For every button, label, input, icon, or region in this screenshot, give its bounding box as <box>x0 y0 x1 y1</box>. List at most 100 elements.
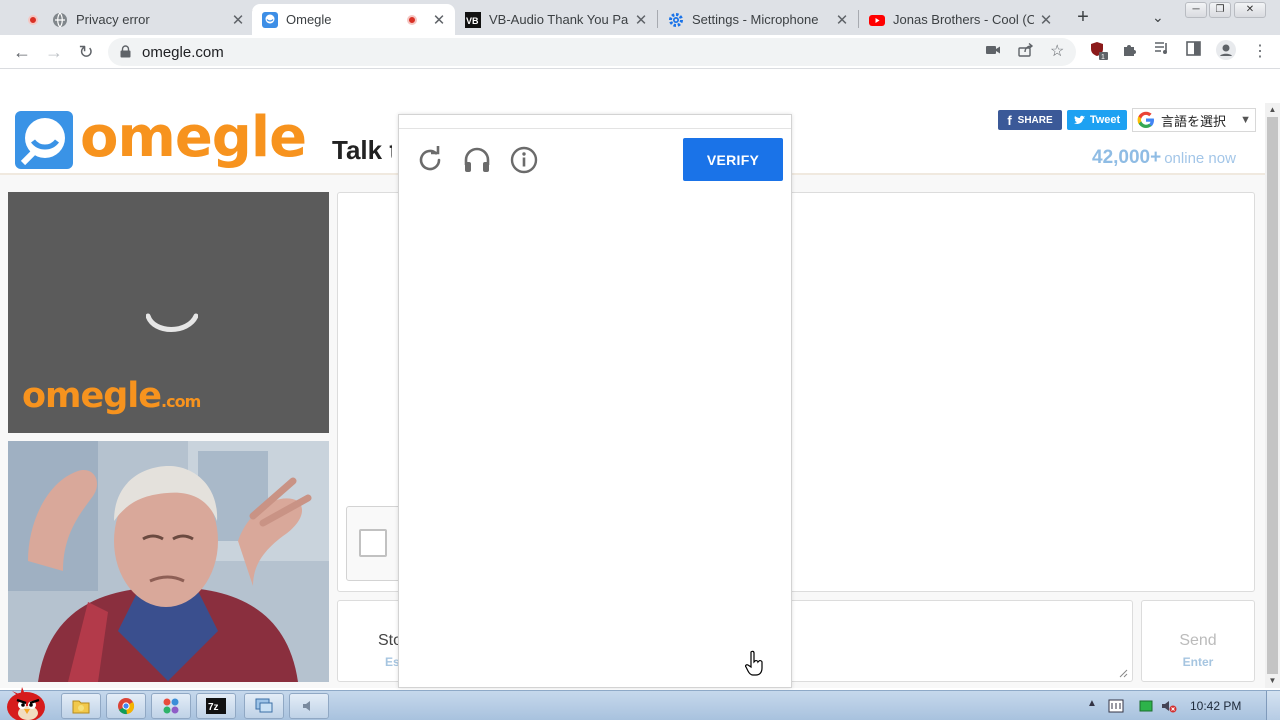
tab-title: Jonas Brothers - Cool (C <box>893 12 1034 27</box>
start-button-angry-bird-icon[interactable] <box>4 683 50 720</box>
tab-strip: Privacy error ✕ Omegle ✕ VB VB-Audio Tha… <box>0 0 1280 35</box>
omegle-logo-text: omegle <box>80 105 307 170</box>
refresh-icon[interactable] <box>415 145 445 175</box>
chrome-icon <box>118 698 135 715</box>
online-count: 42,000+ online now <box>1092 147 1236 169</box>
video-logo-main: omegle <box>22 376 162 416</box>
twitter-tweet-button[interactable]: Tweet <box>1067 110 1127 130</box>
tray-expand-icon[interactable]: ▲ <box>1087 698 1103 714</box>
tray-volume-muted-icon[interactable] <box>1161 698 1177 714</box>
scroll-up-arrow-icon[interactable]: ▲ <box>1265 103 1280 117</box>
headphones-icon[interactable] <box>462 145 492 175</box>
lock-icon[interactable] <box>120 45 131 58</box>
online-count-number: 42,000+ <box>1092 147 1162 168</box>
camera-in-use-icon[interactable] <box>986 43 1001 59</box>
send-button-shortcut: Enter <box>1182 655 1214 669</box>
tray-keyboard-icon[interactable] <box>1108 698 1124 714</box>
gear-icon <box>668 12 684 28</box>
language-select-label: 言語を選択 <box>1161 113 1227 129</box>
page-scrollbar[interactable]: ▲ ▼ <box>1265 103 1280 688</box>
hand-pointer-cursor-icon <box>745 650 763 676</box>
extension-shield-icon[interactable]: 1 <box>1090 41 1108 65</box>
close-tab-icon[interactable]: ✕ <box>834 11 850 29</box>
tagline: Talk t <box>332 135 392 165</box>
taskbar-clock[interactable]: 10:42 PM <box>1190 699 1241 713</box>
dropdown-arrow-icon: ▼ <box>1240 114 1251 126</box>
online-count-label: online now <box>1164 150 1236 167</box>
7zip-icon: 7z <box>206 698 226 714</box>
side-panel-icon[interactable] <box>1186 41 1201 60</box>
recaptcha-anchor <box>346 506 406 581</box>
maximize-button[interactable]: ❐ <box>1209 2 1231 18</box>
stranger-video: omegle.com <box>8 192 329 433</box>
recording-indicator-icon <box>407 14 417 25</box>
resize-handle-icon[interactable] <box>1118 668 1128 678</box>
share-label: SHARE <box>1017 114 1053 126</box>
verify-button[interactable]: VERIFY <box>683 138 783 181</box>
tab-vb-audio[interactable]: VB VB-Audio Thank You Pa ✕ <box>455 4 657 35</box>
tweet-label: Tweet <box>1089 114 1121 126</box>
scrollbar-thumb[interactable] <box>1267 103 1278 688</box>
media-playlist-icon[interactable] <box>1154 41 1170 59</box>
taskbar-audio[interactable] <box>289 693 329 719</box>
share-icon[interactable] <box>1018 42 1034 60</box>
close-tab-icon[interactable]: ✕ <box>1038 11 1054 29</box>
close-window-button[interactable]: ✕ <box>1234 2 1266 18</box>
explorer-icon <box>72 700 90 714</box>
recording-indicator-icon <box>28 14 38 25</box>
new-tab-button[interactable]: + <box>1072 7 1094 29</box>
taskbar-explorer[interactable] <box>61 693 101 719</box>
google-g-icon <box>1137 111 1154 128</box>
menu-kebab-icon[interactable]: ⋮ <box>1252 41 1268 61</box>
close-tab-icon[interactable]: ✕ <box>431 11 447 29</box>
close-tab-icon[interactable]: ✕ <box>230 11 246 29</box>
show-desktop-button[interactable] <box>1266 691 1280 720</box>
minimize-button[interactable]: ─ <box>1185 2 1207 18</box>
taskbar-network[interactable] <box>244 693 284 719</box>
twitter-bird-icon <box>1073 115 1085 124</box>
send-button-label: Send <box>1179 632 1217 649</box>
windows-taskbar: 7z ▲ 10:42 PM <box>0 687 1280 720</box>
captcha-divider <box>399 128 791 129</box>
forward-button[interactable]: → <box>42 41 66 63</box>
audio-icon <box>303 701 310 711</box>
youtube-icon <box>869 12 885 28</box>
browser-toolbar: ← → ↻ omegle.com ☆ 1 ⋮ <box>0 35 1280 69</box>
close-tab-icon[interactable]: ✕ <box>633 11 649 29</box>
scroll-down-arrow-icon[interactable]: ▼ <box>1265 674 1280 688</box>
omegle-favicon <box>262 11 278 28</box>
tab-title: Omegle <box>286 12 332 27</box>
puzzle-extensions-icon[interactable] <box>1122 41 1138 61</box>
info-icon[interactable] <box>509 145 539 175</box>
bookmark-star-icon[interactable]: ☆ <box>1050 41 1064 61</box>
tab-omegle[interactable]: Omegle ✕ <box>252 4 455 35</box>
video-logo-suffix: .com <box>161 392 201 411</box>
tab-youtube[interactable]: Jonas Brothers - Cool (C ✕ <box>859 4 1062 35</box>
back-button[interactable]: ← <box>10 41 34 63</box>
recaptcha-checkbox[interactable] <box>359 529 387 557</box>
self-webcam-video <box>8 441 329 682</box>
webcam-person-image <box>8 441 329 682</box>
network-icon <box>255 698 273 713</box>
taskbar-7zip[interactable]: 7z <box>196 693 236 719</box>
video-watermark-logo: omegle.com <box>22 376 201 416</box>
language-select[interactable]: 言語を選択 ▼ <box>1132 108 1256 132</box>
tab-title: Settings - Microphone <box>692 12 819 27</box>
omegle-logo-icon <box>15 111 73 169</box>
tray-battery-icon[interactable] <box>1138 698 1154 714</box>
svg-text:VB: VB <box>466 16 479 26</box>
tab-title: VB-Audio Thank You Pa <box>489 12 629 27</box>
tab-search-icon[interactable]: ⌄ <box>1152 9 1164 26</box>
address-bar[interactable]: omegle.com ☆ <box>108 38 1076 66</box>
apps-icon <box>163 698 179 714</box>
facebook-share-button[interactable]: f SHARE <box>998 110 1062 130</box>
taskbar-apps[interactable] <box>151 693 191 719</box>
reload-button[interactable]: ↻ <box>74 41 98 63</box>
send-button[interactable]: Send Enter <box>1141 600 1255 682</box>
tab-privacy-error[interactable]: Privacy error ✕ <box>18 4 254 35</box>
taskbar-chrome[interactable] <box>106 693 146 719</box>
url-text: omegle.com <box>142 44 224 61</box>
profile-avatar-icon[interactable] <box>1216 40 1236 64</box>
privacy-error-icon <box>52 12 68 28</box>
tab-settings-microphone[interactable]: Settings - Microphone ✕ <box>658 4 858 35</box>
